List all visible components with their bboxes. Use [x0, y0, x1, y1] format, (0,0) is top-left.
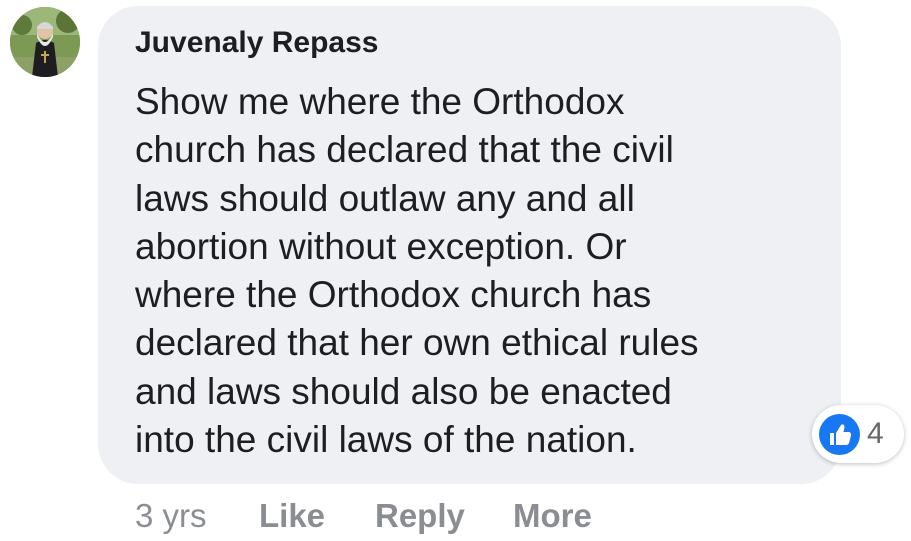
profile-photo: [10, 7, 80, 77]
comment-timestamp[interactable]: 3 yrs: [135, 497, 207, 535]
comment-bubble: Juvenaly Repass Show me where the Orthod…: [98, 6, 841, 484]
thumbs-up-icon: [819, 414, 860, 455]
reaction-count: 4: [867, 417, 884, 450]
comment-author-name[interactable]: Juvenaly Repass: [135, 26, 378, 60]
more-button[interactable]: More: [513, 497, 592, 535]
comment-text: Show me where the Orthodox church has de…: [135, 81, 699, 461]
like-button[interactable]: Like: [259, 497, 325, 535]
author-avatar[interactable]: [10, 7, 80, 77]
reaction-summary[interactable]: 4: [812, 405, 904, 463]
reply-button[interactable]: Reply: [375, 497, 465, 535]
